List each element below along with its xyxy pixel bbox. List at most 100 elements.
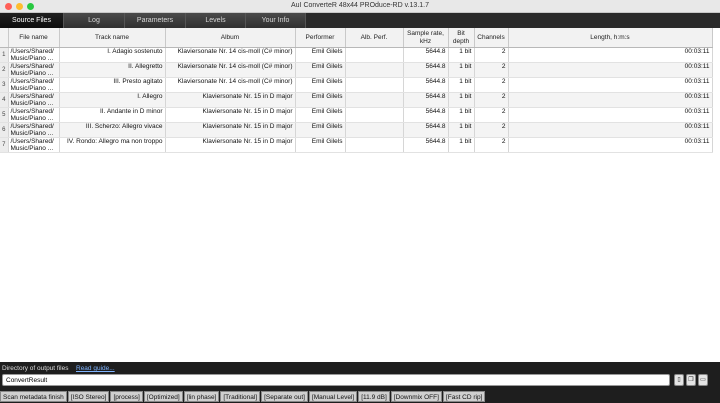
status-separate-out[interactable]: [Separate out] [261, 391, 308, 402]
track-name-cell: IV. Rondo: Allegro ma non troppo [59, 137, 166, 153]
file-name-cell: /Users/Shared/ Music/Piano ... [8, 77, 60, 93]
status-optimized[interactable]: [Optimized] [143, 391, 183, 402]
table-row[interactable]: 4/Users/Shared/ Music/Piano ... I. Allegr… [0, 92, 713, 108]
column-header-album-performer[interactable]: Alb. Perf. [345, 28, 404, 48]
column-header-album[interactable]: Album [165, 28, 296, 48]
tab-parameters[interactable]: Parameters [125, 13, 186, 28]
table-row[interactable]: 7/Users/Shared/ Music/Piano ... IV. Rondo… [0, 137, 713, 153]
bit-depth-cell: 1 bit [448, 92, 475, 108]
title-bar: AuI ConverteR 48x44 PROduce-RD v.13.1.7 [0, 0, 720, 13]
track-name-cell: I. Adagio sostenuto [59, 47, 166, 63]
performer-cell: Emil Gilels [295, 122, 346, 138]
album-performer-cell [345, 47, 404, 63]
album-cell: Klaviersonate Nr. 14 cis-moll (C# minor) [165, 77, 296, 93]
bit-depth-cell: 1 bit [448, 122, 475, 138]
table-row[interactable]: 3/Users/Shared/ Music/Piano ... III. Pres… [0, 77, 713, 93]
row-number: 7 [0, 137, 9, 153]
channels-cell: 2 [474, 122, 509, 138]
bottom-panel: Directory of output files Read guide... … [0, 362, 720, 403]
file-name-cell: /Users/Shared/ Music/Piano ... [8, 137, 60, 153]
row-number: 5 [0, 107, 9, 123]
performer-cell: Emil Gilels [295, 47, 346, 63]
read-guide-link[interactable]: Read guide... [76, 365, 115, 372]
file-name-cell: /Users/Shared/ Music/Piano ... [8, 92, 60, 108]
track-name-cell: III. Scherzo: Allegro vivace [59, 122, 166, 138]
album-cell: Klaviersonate Nr. 15 in D major [165, 92, 296, 108]
performer-cell: Emil Gilels [295, 77, 346, 93]
column-header-file-name[interactable]: File name [8, 28, 60, 48]
track-name-cell: III. Presto agitato [59, 77, 166, 93]
table-row[interactable]: 2/Users/Shared/ Music/Piano ... II. Alleg… [0, 62, 713, 78]
window-title: AuI ConverteR 48x44 PROduce-RD v.13.1.7 [291, 2, 429, 9]
album-cell: Klaviersonate Nr. 14 cis-moll (C# minor) [165, 47, 296, 63]
album-performer-cell [345, 77, 404, 93]
album-performer-cell [345, 92, 404, 108]
performer-cell: Emil Gilels [295, 92, 346, 108]
column-header-sample-rate[interactable]: Sample rate, kHz [403, 28, 449, 48]
status-traditional[interactable]: [Traditional] [220, 391, 261, 402]
file-name-cell: /Users/Shared/ Music/Piano ... [8, 62, 60, 78]
output-directory-label: Directory of output files [2, 365, 69, 372]
sample-rate-cell: 5644.8 [403, 62, 449, 78]
file-name-cell: /Users/Shared/ Music/Piano ... [8, 47, 60, 63]
folder-icon[interactable]: ▭ [698, 374, 708, 386]
tab-log[interactable]: Log [64, 13, 125, 28]
file-name-cell: /Users/Shared/ Music/Piano ... [8, 122, 60, 138]
status-fast-cd-rip[interactable]: [Fast CD rip] [442, 391, 486, 402]
file-icon[interactable]: ▯ [674, 374, 684, 386]
row-number: 6 [0, 122, 9, 138]
album-performer-cell [345, 107, 404, 123]
bit-depth-cell: 1 bit [448, 47, 475, 63]
album-cell: Klaviersonate Nr. 15 in D major [165, 122, 296, 138]
source-files-table: File name Track name Album Performer Alb… [0, 28, 713, 153]
source-files-grid[interactable]: File name Track name Album Performer Alb… [0, 28, 720, 362]
file-name-cell: /Users/Shared/ Music/Piano ... [8, 107, 60, 123]
tab-levels[interactable]: Levels [186, 13, 246, 28]
tab-your-info[interactable]: Your Info [246, 13, 306, 28]
status-lin-phase[interactable]: [lin phase] [183, 391, 220, 402]
channels-cell: 2 [474, 92, 509, 108]
column-header-length[interactable]: Length, h:m:s [508, 28, 713, 48]
bit-depth-cell: 1 bit [448, 137, 475, 153]
track-name-cell: II. Andante in D minor [59, 107, 166, 123]
track-name-cell: II. Allegretto [59, 62, 166, 78]
table-header-row: File name Track name Album Performer Alb… [0, 28, 713, 48]
album-performer-cell [345, 122, 404, 138]
column-header-performer[interactable]: Performer [295, 28, 346, 48]
status-level-db[interactable]: [11.9 dB] [358, 391, 390, 402]
status-manual-level[interactable]: [Manual Level] [308, 391, 358, 402]
status-iso-stereo[interactable]: [ISO Stereo] [67, 391, 110, 402]
table-row[interactable]: 5/Users/Shared/ Music/Piano ... II. Andan… [0, 107, 713, 123]
bit-depth-cell: 1 bit [448, 77, 475, 93]
status-scan: Scan metadata finish [0, 391, 67, 402]
column-header-bit-depth[interactable]: Bit depth [448, 28, 475, 48]
length-cell: 00:03:11 [508, 47, 713, 63]
status-bar: Scan metadata finish [ISO Stereo] [proce… [0, 390, 720, 403]
column-header-track-name[interactable]: Track name [59, 28, 166, 48]
sample-rate-cell: 5644.8 [403, 92, 449, 108]
output-directory-input[interactable] [2, 374, 670, 386]
performer-cell: Emil Gilels [295, 62, 346, 78]
row-number: 2 [0, 62, 9, 78]
sample-rate-cell: 5644.8 [403, 137, 449, 153]
sample-rate-cell: 5644.8 [403, 107, 449, 123]
copy-icon[interactable]: ❐ [686, 374, 696, 386]
performer-cell: Emil Gilels [295, 107, 346, 123]
sample-rate-cell: 5644.8 [403, 77, 449, 93]
tab-bar: Source Files Log Parameters Levels Your … [0, 13, 720, 28]
performer-cell: Emil Gilels [295, 137, 346, 153]
row-number: 3 [0, 77, 9, 93]
track-name-cell: I. Allegro [59, 92, 166, 108]
length-cell: 00:03:11 [508, 107, 713, 123]
status-process[interactable]: [process] [110, 391, 143, 402]
album-cell: Klaviersonate Nr. 14 cis-moll (C# minor) [165, 62, 296, 78]
table-row[interactable]: 6/Users/Shared/ Music/Piano ... III. Sche… [0, 122, 713, 138]
table-row[interactable]: 1/Users/Shared/ Music/Piano ... I. Adagio… [0, 47, 713, 63]
status-downmix[interactable]: [Downmix OFF] [390, 391, 442, 402]
bit-depth-cell: 1 bit [448, 107, 475, 123]
column-header-channels[interactable]: Channels [474, 28, 509, 48]
table-body: 1/Users/Shared/ Music/Piano ... I. Adagio… [0, 47, 713, 153]
channels-cell: 2 [474, 47, 509, 63]
channels-cell: 2 [474, 77, 509, 93]
tab-source-files[interactable]: Source Files [0, 13, 64, 28]
